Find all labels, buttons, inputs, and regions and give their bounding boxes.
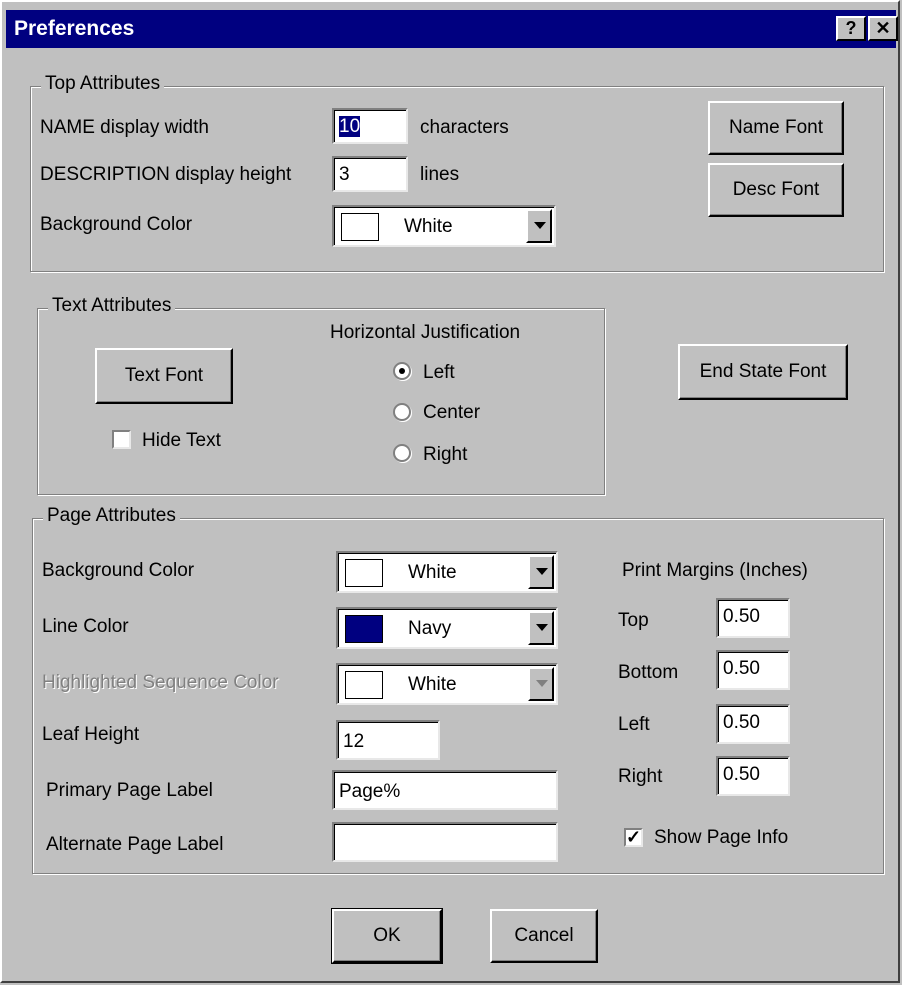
primary-label-label: Primary Page Label	[46, 780, 213, 801]
page-bg-color-label: Background Color	[42, 560, 195, 581]
margin-right-input[interactable]: 0.50	[716, 756, 790, 796]
chevron-down-icon[interactable]	[528, 667, 554, 701]
justification-label: Horizontal Justification	[330, 322, 521, 343]
hide-text-checkbox[interactable]	[112, 430, 131, 449]
window-title: Preferences	[14, 17, 135, 40]
margin-bottom-label: Bottom	[618, 662, 679, 683]
title-bar: Preferences ? ✕	[6, 10, 898, 48]
radio-center-label: Center	[423, 402, 481, 423]
name-width-input[interactable]: 10	[332, 108, 408, 144]
top-bg-color-label: Background Color	[40, 214, 193, 235]
desc-height-label: DESCRIPTION display height	[40, 164, 292, 185]
text-font-button[interactable]: Text Font	[95, 348, 233, 404]
desc-height-unit: lines	[420, 164, 460, 185]
radio-right[interactable]	[393, 444, 411, 462]
name-width-unit: characters	[420, 117, 509, 138]
radio-center[interactable]	[393, 403, 411, 421]
end-state-font-button[interactable]: End State Font	[678, 344, 848, 400]
top-bg-color-select[interactable]: White	[332, 205, 556, 247]
desc-font-button[interactable]: Desc Font	[708, 163, 844, 217]
color-swatch	[345, 615, 383, 643]
page-bg-color-value: White	[408, 562, 457, 583]
margin-left-label: Left	[618, 714, 650, 735]
page-attributes-legend: Page Attributes	[43, 505, 180, 527]
margin-bottom-input[interactable]: 0.50	[716, 650, 790, 690]
color-swatch	[345, 671, 383, 699]
show-page-info-label: Show Page Info	[654, 827, 789, 848]
radio-left[interactable]	[393, 362, 411, 380]
line-color-label: Line Color	[42, 616, 129, 637]
chevron-down-icon[interactable]	[528, 555, 554, 589]
ok-button[interactable]: OK	[331, 908, 443, 964]
top-attributes-legend: Top Attributes	[41, 73, 165, 95]
top-bg-color-value: White	[404, 216, 453, 237]
leaf-height-input[interactable]: 12	[336, 720, 440, 760]
chevron-down-icon[interactable]	[526, 209, 552, 243]
name-width-label: NAME display width	[40, 117, 209, 138]
alternate-label-label: Alternate Page Label	[46, 834, 224, 855]
line-color-select[interactable]: Navy	[336, 607, 558, 649]
page-bg-color-select[interactable]: White	[336, 551, 558, 593]
line-color-value: Navy	[408, 618, 452, 639]
radio-left-label: Left	[423, 362, 455, 383]
color-swatch	[345, 559, 383, 587]
highlight-color-label: Highlighted Sequence Color	[42, 672, 279, 693]
margin-top-label: Top	[618, 610, 649, 631]
help-icon[interactable]: ?	[836, 16, 866, 41]
radio-right-label: Right	[423, 444, 468, 465]
margins-title: Print Margins (Inches)	[622, 560, 808, 581]
margin-right-label: Right	[618, 766, 663, 787]
hide-text-label: Hide Text	[142, 430, 221, 451]
highlight-color-select[interactable]: White	[336, 663, 558, 705]
show-page-info-checkbox[interactable]: ✓	[624, 828, 643, 847]
name-font-button[interactable]: Name Font	[708, 101, 844, 155]
margin-left-input[interactable]: 0.50	[716, 704, 790, 744]
color-swatch	[341, 213, 379, 241]
chevron-down-icon[interactable]	[528, 611, 554, 645]
leaf-height-label: Leaf Height	[42, 724, 140, 745]
highlight-color-value: White	[408, 674, 457, 695]
preferences-dialog: Preferences ? ✕ Top Attributes NAME disp…	[0, 0, 900, 983]
cancel-button[interactable]: Cancel	[490, 909, 598, 963]
primary-label-input[interactable]: Page%	[332, 770, 558, 810]
alternate-label-input[interactable]	[332, 822, 558, 862]
desc-height-input[interactable]: 3	[332, 156, 408, 192]
margin-top-input[interactable]: 0.50	[716, 598, 790, 638]
text-attributes-legend: Text Attributes	[48, 295, 176, 317]
close-icon[interactable]: ✕	[868, 16, 898, 41]
